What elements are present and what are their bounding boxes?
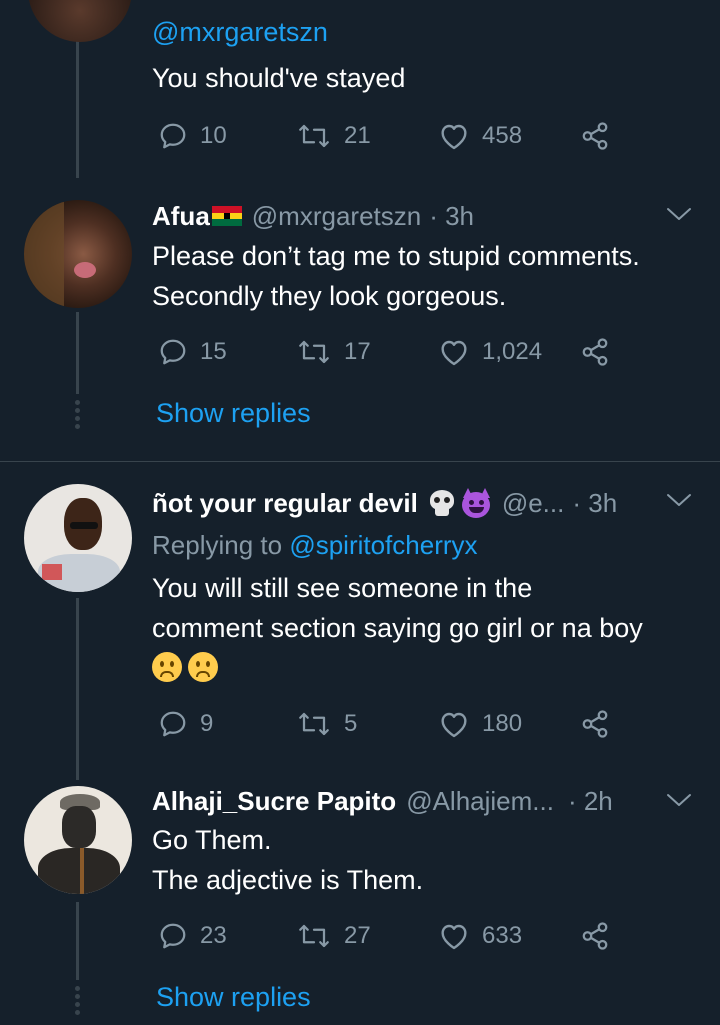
tweet-text: You should've stayed [152, 63, 406, 93]
reply-count: 10 [200, 122, 227, 149]
heart-icon [441, 340, 467, 366]
chevron-down-icon[interactable] [666, 790, 692, 810]
display-name[interactable]: ñot your regular devil [152, 488, 418, 519]
reply-button[interactable]: 9 [158, 704, 213, 744]
retweet-count: 5 [344, 710, 358, 737]
retweet-button[interactable]: 17 [296, 332, 371, 372]
heart-icon [441, 924, 467, 950]
retweet-button[interactable]: 5 [296, 704, 357, 744]
tweet-text: comment section saying go girl or na boy [152, 613, 643, 643]
tweet-mention[interactable]: @mxrgaretszn [152, 12, 328, 52]
smiling-imp-icon [461, 488, 492, 518]
reply-button[interactable]: 10 [158, 116, 227, 156]
display-name[interactable]: Alhaji_Sucre Papito [152, 786, 396, 817]
tweet-actions: 15 17 1,024 [152, 332, 622, 372]
like-count: 180 [482, 710, 523, 737]
handle[interactable]: @e... [502, 488, 565, 519]
thread-continuation-dots [72, 400, 82, 432]
tweet-header: ñot your regular devil @e... · 3h [152, 486, 617, 520]
tweet-text: The adjective is Them. [152, 865, 424, 895]
share-button[interactable] [580, 704, 610, 744]
ghana-flag-icon [211, 206, 242, 226]
handle[interactable]: @mxrgaretszn [252, 201, 421, 232]
like-button[interactable]: 633 [438, 916, 522, 956]
retweet-icon [299, 340, 329, 364]
tweet-text: Please don’t tag me to stupid comments. [152, 241, 640, 271]
handle[interactable]: @Alhajiem... [406, 786, 554, 817]
thread-continuation-dots [72, 986, 82, 1018]
like-button[interactable]: 458 [438, 116, 522, 156]
tweet-actions: 9 5 180 [152, 704, 622, 744]
tweet-emojis [152, 652, 224, 682]
tweet-header: Alhaji_Sucre Papito @Alhajiem... · 2h [152, 784, 613, 818]
thread-line [76, 902, 79, 980]
show-replies-link[interactable]: Show replies [156, 982, 311, 1013]
replying-to: Replying to @spiritofcherryx [152, 530, 478, 561]
thread-line [76, 312, 79, 394]
retweet-count: 17 [344, 338, 371, 365]
like-count: 633 [482, 922, 523, 949]
timestamp[interactable]: · 2h [568, 786, 613, 817]
like-count: 458 [482, 122, 523, 149]
share-button[interactable] [580, 116, 610, 156]
thread-line [76, 598, 79, 780]
avatar[interactable] [24, 786, 132, 894]
tweet-text: Go Them. [152, 825, 272, 855]
share-icon [582, 710, 608, 738]
retweet-button[interactable]: 27 [296, 916, 371, 956]
reply-icon [160, 923, 186, 949]
divider [0, 461, 720, 462]
retweet-icon [299, 124, 329, 148]
replying-to-label: Replying to [152, 530, 283, 560]
retweet-count: 27 [344, 922, 371, 949]
skull-icon [428, 489, 456, 517]
reply-icon [160, 339, 186, 365]
reply-count: 9 [200, 710, 214, 737]
tweet-actions: 23 27 633 [152, 916, 622, 956]
retweet-icon [299, 712, 329, 736]
reply-button[interactable]: 15 [158, 332, 227, 372]
reply-count: 23 [200, 922, 227, 949]
avatar[interactable] [28, 0, 132, 42]
reply-icon [160, 123, 186, 149]
like-count: 1,024 [482, 338, 543, 365]
show-replies-link[interactable]: Show replies [156, 398, 311, 429]
reply-button[interactable]: 23 [158, 916, 227, 956]
heart-icon [441, 712, 467, 738]
heart-icon [441, 124, 467, 150]
tweet-text: Secondly they look gorgeous. [152, 281, 507, 311]
chevron-down-icon[interactable] [666, 490, 692, 510]
reply-count: 15 [200, 338, 227, 365]
replying-to-handle[interactable]: @spiritofcherryx [289, 530, 477, 560]
tweet-text: You will still see someone in the [152, 573, 533, 603]
retweet-icon [299, 924, 329, 948]
tweet-header: Afua @mxrgaretszn · 3h [152, 199, 474, 233]
share-icon [582, 338, 608, 366]
timestamp[interactable]: · 3h [429, 201, 474, 232]
frowning-face-icon [152, 652, 182, 682]
tweet-actions: 10 21 458 [152, 116, 622, 156]
reply-icon [160, 711, 186, 737]
avatar[interactable] [24, 200, 132, 308]
chevron-down-icon[interactable] [666, 204, 692, 224]
share-button[interactable] [580, 332, 610, 372]
like-button[interactable]: 180 [438, 704, 522, 744]
share-icon [582, 122, 608, 150]
share-button[interactable] [580, 916, 610, 956]
retweet-count: 21 [344, 122, 371, 149]
timestamp[interactable]: · 3h [572, 488, 617, 519]
retweet-button[interactable]: 21 [296, 116, 371, 156]
like-button[interactable]: 1,024 [438, 332, 542, 372]
frowning-face-icon [188, 652, 218, 682]
avatar[interactable] [24, 484, 132, 592]
display-name[interactable]: Afua [152, 201, 210, 232]
share-icon [582, 922, 608, 950]
